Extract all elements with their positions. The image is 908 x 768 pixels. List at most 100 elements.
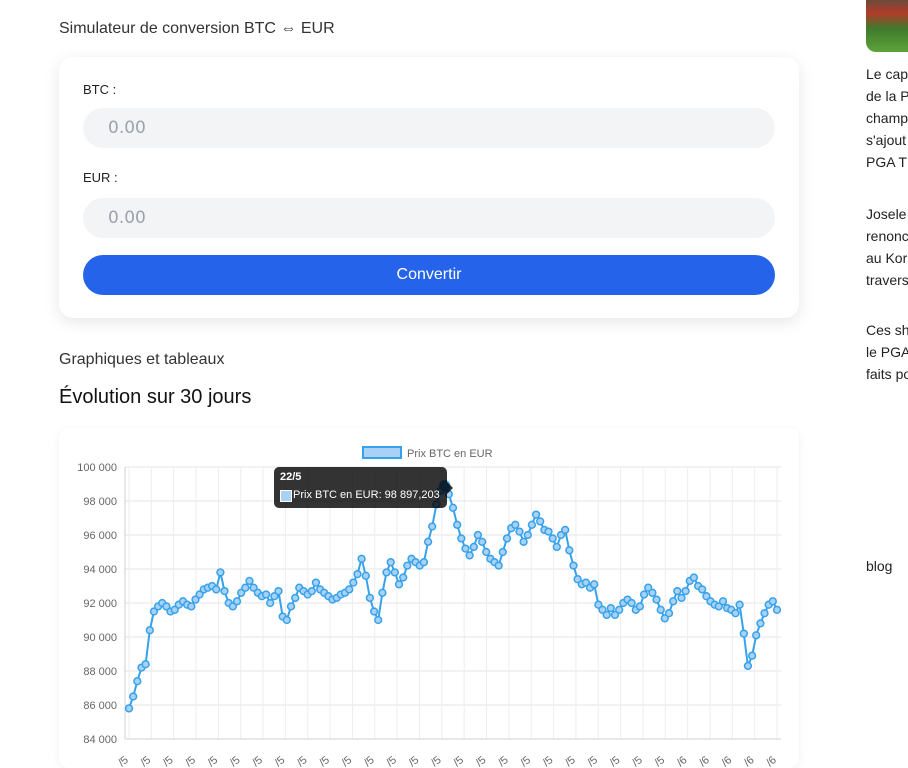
data-point [365,593,375,603]
sidebar-line: Josele [866,206,907,222]
eur-input[interactable] [83,198,775,238]
convert-button[interactable]: Convertir [83,255,775,295]
x-tick-label: /6 [719,754,734,768]
data-point [382,568,391,577]
y-tick-label: 100 000 [77,462,117,474]
x-tick-label: /5 [317,754,332,768]
data-point [353,569,362,579]
data-point [494,561,503,570]
y-tick-label: 90 000 [83,632,117,644]
x-tick-label: /5 [116,754,131,768]
x-tick-label: /5 [451,754,466,768]
data-point [606,603,615,613]
data-point [216,568,225,577]
data-point [544,527,553,536]
sidebar-line: champ [866,110,908,126]
data-point [124,704,134,713]
x-tick-label: /5 [183,754,198,768]
tooltip-title: 22/5 [280,471,302,483]
data-point [345,585,354,594]
x-tick-label: /5 [563,754,578,768]
data-point [772,605,782,614]
data-point [627,598,636,608]
sidebar-line: le PGA [866,344,908,360]
data-point [286,602,296,611]
tooltip-body: Prix BTC en EUR: 98 897,203 [293,489,440,501]
data-point [698,585,707,594]
data-point [261,590,271,599]
data-point [428,522,437,531]
data-point [241,583,250,592]
data-point [349,578,358,587]
sidebar-line: au Kor [866,250,908,266]
data-point [515,527,524,536]
data-point [689,573,699,582]
data-point [274,586,283,596]
data-point [461,544,470,553]
data-point [457,534,466,543]
data-point [752,631,761,640]
data-point [677,593,686,603]
x-tick-label: /6 [764,754,779,768]
data-point [245,576,254,586]
x-tick-label: /5 [161,754,176,768]
data-point [361,571,370,580]
data-point [378,588,387,597]
data-point [768,597,777,606]
legend-swatch [362,446,402,459]
x-tick-label: /5 [429,754,444,768]
data-point [635,602,645,611]
data-point [536,517,545,526]
btc-label: BTC : [83,82,117,97]
data-point [552,542,561,552]
sidebar-line: faits po [866,366,908,382]
x-tick-label: /5 [362,754,377,768]
data-point [664,609,674,618]
x-tick-label: /6 [697,754,712,768]
article-thumbnail[interactable] [866,0,908,52]
data-point [477,537,487,546]
blog-link[interactable]: blog [866,558,892,574]
data-point [282,615,291,625]
data-point [511,520,520,529]
x-tick-label: /6 [742,754,757,768]
x-tick-label: /5 [541,754,556,768]
y-tick-label: 96 000 [83,530,117,542]
data-point [502,534,512,543]
y-tick-label: 84 000 [83,734,117,746]
data-point [735,600,744,609]
x-tick-label: /5 [630,754,645,768]
x-tick-label: /5 [250,754,265,768]
eur-label: EUR : [83,170,118,185]
data-point [403,561,412,570]
data-point [307,586,316,596]
data-point [731,609,740,618]
sidebar-paragraph-1: Le cap de la P champ s'ajout PGA T [866,63,908,173]
y-tick-label: 92 000 [83,598,117,610]
btc-input[interactable] [83,108,775,148]
y-tick-label: 94 000 [83,564,117,576]
sidebar-line: renonc [866,228,908,244]
data-point [652,595,661,604]
data-point [357,554,366,563]
data-point [561,525,570,535]
sidebar-paragraph-2: Josele renonc au Kor travers [866,203,908,291]
data-point [519,537,528,546]
data-point [419,558,429,567]
x-tick-label: /5 [295,754,310,768]
sidebar-line: de la P [866,88,908,104]
data-point [129,692,138,701]
data-point [220,586,229,596]
x-tick-label: /5 [474,754,489,768]
data-point [531,510,541,519]
data-point [527,520,537,529]
chart-tooltip: 22/5 Prix BTC en EUR: 98 897,203 [274,467,453,508]
tooltip-swatch [280,490,292,502]
data-point [718,597,728,606]
x-tick-label: /5 [340,754,355,768]
data-point [369,607,379,616]
data-point [399,573,408,582]
x-tick-label: /5 [228,754,243,768]
data-point [669,597,678,606]
data-point [681,586,690,596]
